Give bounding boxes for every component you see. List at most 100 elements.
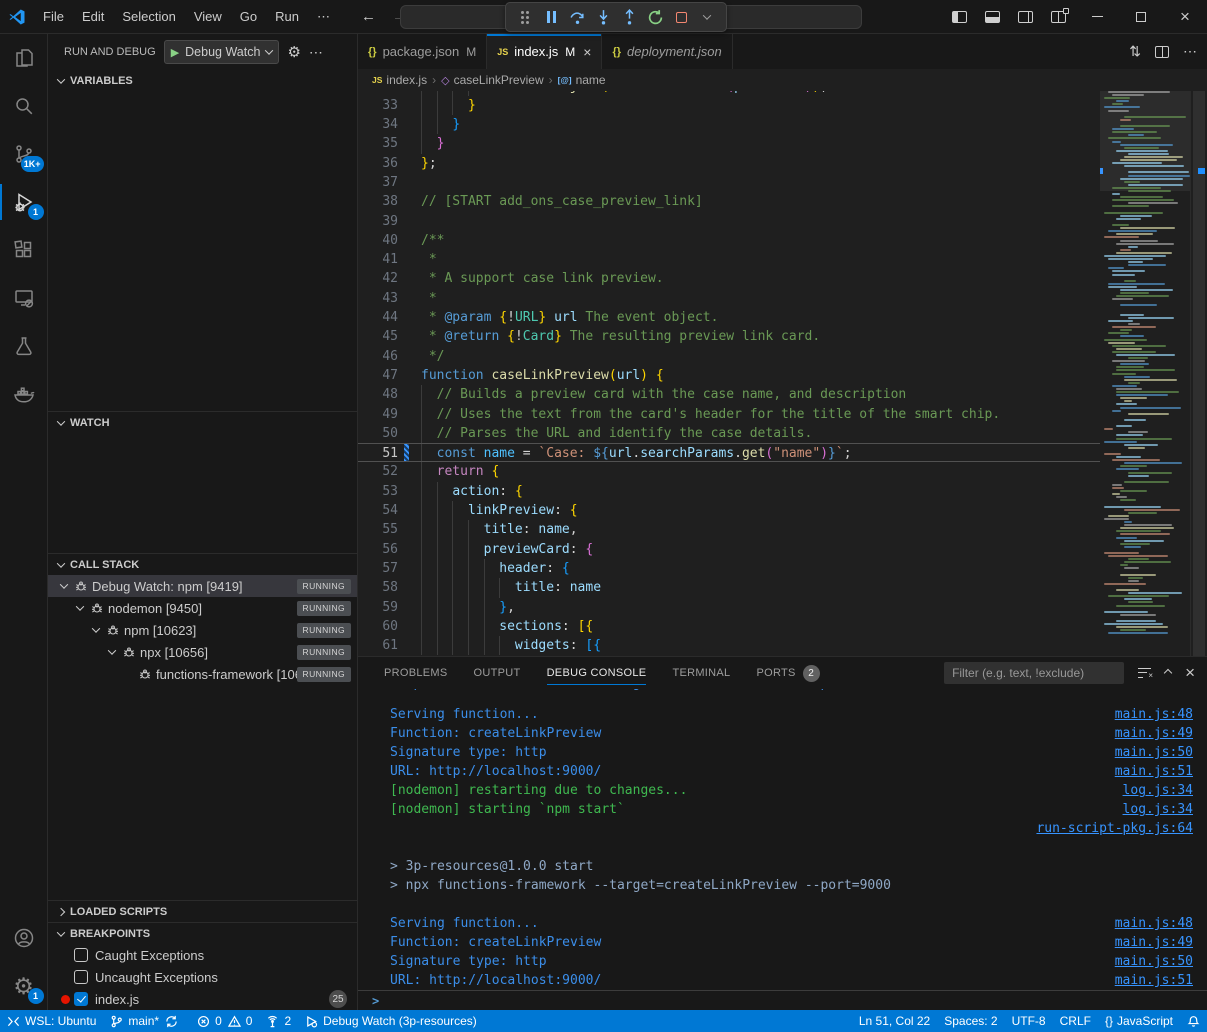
remote-explorer-icon[interactable] xyxy=(0,274,48,322)
call-stack-session[interactable]: nodemon [9450]RUNNING xyxy=(48,597,357,619)
variables-section-header[interactable]: VARIABLES xyxy=(48,70,357,92)
console-source-link[interactable]: main.js:48 xyxy=(1115,914,1193,933)
expand-chevron-icon[interactable] xyxy=(88,627,104,633)
pause-button[interactable] xyxy=(538,5,564,29)
code-line-47[interactable]: 47function caseLinkPreview(url) { xyxy=(358,366,1100,385)
code-line-61[interactable]: 61 widgets: [{ xyxy=(358,636,1100,655)
code-line-46[interactable]: 46 */ xyxy=(358,347,1100,366)
panel-tab-output[interactable]: OUTPUT xyxy=(474,657,521,689)
git-branch-item[interactable]: main* xyxy=(103,1010,190,1032)
eol-item[interactable]: CRLF xyxy=(1053,1010,1098,1032)
expand-chevron-icon[interactable] xyxy=(56,583,72,589)
menu-selection[interactable]: Selection xyxy=(113,9,184,25)
console-source-link[interactable]: main.js:48 xyxy=(1115,705,1193,724)
code-line-35[interactable]: 35 } xyxy=(358,134,1100,153)
launch-config-dropdown[interactable]: ▶ Debug Watch xyxy=(164,40,280,64)
menu-edit[interactable]: Edit xyxy=(73,9,113,25)
problems-item[interactable]: 0 0 xyxy=(190,1010,259,1032)
code-line-48[interactable]: 48 // Builds a preview card with the cas… xyxy=(358,385,1100,404)
panel-tab-ports[interactable]: PORTS2 xyxy=(756,657,819,689)
code-editor[interactable]: 32 return res.json(caseLinkPreview(parse… xyxy=(358,91,1207,656)
panel-tab-problems[interactable]: PROBLEMS xyxy=(384,657,448,689)
remote-indicator[interactable]: WSL: Ubuntu xyxy=(0,1010,103,1032)
code-line-40[interactable]: 40/** xyxy=(358,231,1100,250)
accounts-icon[interactable] xyxy=(0,914,48,962)
code-line-59[interactable]: 59 }, xyxy=(358,598,1100,617)
console-source-link[interactable]: main.js:50 xyxy=(1115,952,1193,971)
step-over-button[interactable] xyxy=(564,5,590,29)
start-debug-icon[interactable]: ▶ xyxy=(171,46,179,59)
menu-view[interactable]: View xyxy=(185,9,231,25)
menu-file[interactable]: File xyxy=(34,9,73,25)
language-mode-item[interactable]: {} JavaScript xyxy=(1098,1010,1180,1032)
tab-package.json[interactable]: {}package.jsonM xyxy=(358,34,487,69)
split-editor-icon[interactable] xyxy=(1155,46,1169,58)
toggle-secondary-sidebar-icon[interactable] xyxy=(1018,11,1033,23)
indentation-item[interactable]: Spaces: 2 xyxy=(937,1010,1004,1032)
explorer-icon[interactable] xyxy=(0,34,48,82)
breakpoint-row[interactable]: index.js25 xyxy=(48,988,357,1010)
sidebar-more-icon[interactable]: ⋯ xyxy=(309,44,323,61)
breadcrumb-item-caseLinkPreview[interactable]: ◇caseLinkPreview xyxy=(441,73,544,87)
code-line-50[interactable]: 50 // Parses the URL and identify the ca… xyxy=(358,424,1100,443)
code-line-43[interactable]: 43 * xyxy=(358,289,1100,308)
toggle-sidebar-icon[interactable] xyxy=(952,11,967,23)
tab-deployment.json[interactable]: {}deployment.json xyxy=(602,34,732,69)
maximize-button[interactable] xyxy=(1119,0,1163,34)
source-control-icon[interactable]: 1K+ xyxy=(0,130,48,178)
code-line-33[interactable]: 33 } xyxy=(358,96,1100,115)
restart-button[interactable] xyxy=(642,5,668,29)
stop-button[interactable] xyxy=(668,5,694,29)
minimap[interactable] xyxy=(1100,91,1190,656)
code-line-34[interactable]: 34 } xyxy=(358,115,1100,134)
console-source-link[interactable]: run-script-pkg.js:64 xyxy=(1036,819,1193,838)
notifications-bell-icon[interactable] xyxy=(1180,1010,1207,1032)
step-out-button[interactable] xyxy=(616,5,642,29)
menu-more[interactable]: ⋯ xyxy=(308,9,339,25)
code-line-53[interactable]: 53 action: { xyxy=(358,482,1100,501)
open-changes-icon[interactable]: ⇅ xyxy=(1129,43,1141,60)
stop-dropdown-chevron-icon[interactable] xyxy=(694,5,720,29)
watch-section-header[interactable]: WATCH xyxy=(48,411,357,433)
code-line-56[interactable]: 56 previewCard: { xyxy=(358,540,1100,559)
breakpoints-section-header[interactable]: BREAKPOINTS xyxy=(48,922,357,944)
breakpoint-checkbox[interactable] xyxy=(74,992,88,1006)
code-line-36[interactable]: 36}; xyxy=(358,154,1100,173)
encoding-item[interactable]: UTF-8 xyxy=(1005,1010,1053,1032)
customize-layout-icon[interactable] xyxy=(1051,11,1066,23)
code-line-55[interactable]: 55 title: name, xyxy=(358,520,1100,539)
breadcrumb-item-index.js[interactable]: JSindex.js xyxy=(372,73,427,87)
toggle-panel-icon[interactable] xyxy=(985,11,1000,23)
back-arrow-icon[interactable]: ← xyxy=(353,8,384,25)
code-line-38[interactable]: 38// [START add_ons_case_preview_link] xyxy=(358,192,1100,211)
editor-more-actions-icon[interactable]: ⋯ xyxy=(1183,43,1197,60)
search-icon[interactable] xyxy=(0,82,48,130)
code-line-39[interactable]: 39 xyxy=(358,212,1100,231)
code-line-57[interactable]: 57 header: { xyxy=(358,559,1100,578)
settings-gear-icon[interactable]: ⚙ 1 xyxy=(0,962,48,1010)
close-panel-icon[interactable]: × xyxy=(1185,663,1195,683)
console-source-link[interactable]: log.js:34 xyxy=(1123,800,1193,819)
expand-chevron-icon[interactable] xyxy=(72,605,88,611)
testing-icon[interactable] xyxy=(0,322,48,370)
code-line-37[interactable]: 37 xyxy=(358,173,1100,192)
code-line-60[interactable]: 60 sections: [{ xyxy=(358,617,1100,636)
console-source-link[interactable]: main.js:49 xyxy=(1115,933,1193,952)
step-into-button[interactable] xyxy=(590,5,616,29)
debug-settings-gear-icon[interactable]: ⚙ xyxy=(287,43,300,61)
code-line-54[interactable]: 54 linkPreview: { xyxy=(358,501,1100,520)
call-stack-section-header[interactable]: CALL STACK xyxy=(48,553,357,575)
breakpoint-checkbox[interactable] xyxy=(74,970,88,984)
console-source-link[interactable]: log.js:34 xyxy=(1123,781,1193,800)
cursor-position-item[interactable]: Ln 51, Col 22 xyxy=(852,1010,937,1032)
breakpoint-row[interactable]: Caught Exceptions xyxy=(48,944,357,966)
close-tab-icon[interactable]: × xyxy=(583,44,591,60)
run-and-debug-icon[interactable]: 1 xyxy=(0,178,48,226)
debug-session-item[interactable]: Debug Watch (3p-resources) xyxy=(298,1010,484,1032)
code-line-45[interactable]: 45 * @return {!Card} The resulting previ… xyxy=(358,327,1100,346)
maximize-panel-icon[interactable] xyxy=(1165,670,1171,676)
breakpoint-checkbox[interactable] xyxy=(74,948,88,962)
code-line-49[interactable]: 49 // Uses the text from the card's head… xyxy=(358,405,1100,424)
breakpoint-row[interactable]: Uncaught Exceptions xyxy=(48,966,357,988)
debug-console[interactable]: > npx functions-framework --target=creat… xyxy=(358,689,1207,1010)
